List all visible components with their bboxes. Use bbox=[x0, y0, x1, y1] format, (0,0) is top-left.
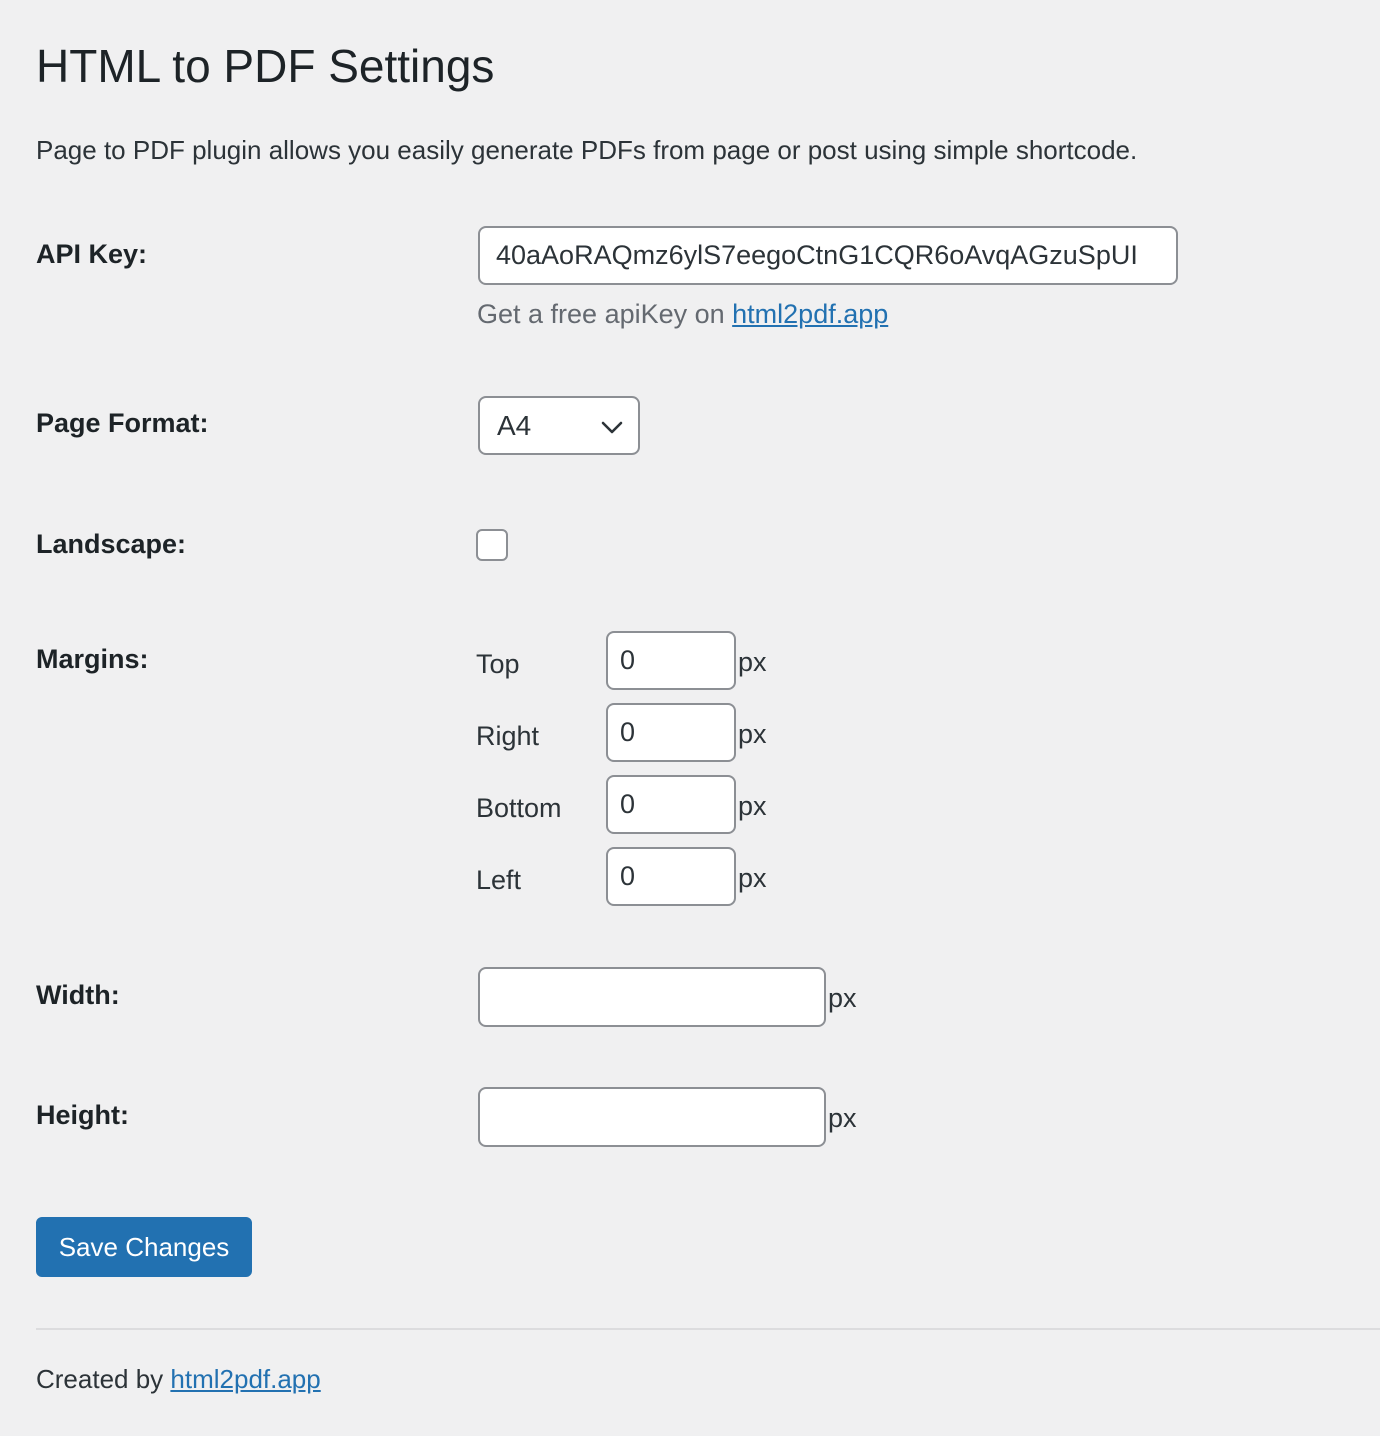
margin-right-input[interactable] bbox=[606, 703, 736, 762]
api-key-input[interactable] bbox=[478, 226, 1178, 285]
footer-prefix: Created by bbox=[36, 1364, 171, 1394]
landscape-checkbox[interactable] bbox=[476, 529, 508, 561]
landscape-label: Landscape: bbox=[36, 529, 187, 559]
api-key-help-text: Get a free apiKey on bbox=[477, 299, 733, 329]
width-unit: px bbox=[828, 983, 857, 1013]
width-input[interactable] bbox=[478, 967, 826, 1027]
margin-top-input[interactable] bbox=[606, 631, 736, 690]
settings-page: HTML to PDF Settings Page to PDF plugin … bbox=[0, 0, 1380, 1436]
save-changes-button[interactable]: Save Changes bbox=[36, 1217, 252, 1277]
height-unit: px bbox=[828, 1103, 857, 1133]
margins-label: Margins: bbox=[36, 644, 149, 674]
height-input[interactable] bbox=[478, 1087, 826, 1147]
page-format-select[interactable]: A4 bbox=[478, 396, 640, 455]
page-description: Page to PDF plugin allows you easily gen… bbox=[36, 135, 1138, 165]
page-title: HTML to PDF Settings bbox=[36, 40, 495, 92]
margin-bottom-input[interactable] bbox=[606, 775, 736, 834]
page-format-label: Page Format: bbox=[36, 408, 209, 438]
margin-right-unit: px bbox=[738, 719, 767, 749]
page-format-selected-value: A4 bbox=[497, 410, 532, 441]
margin-left-unit: px bbox=[738, 863, 767, 893]
height-label: Height: bbox=[36, 1100, 129, 1130]
footer-html2pdf-link[interactable]: html2pdf.app bbox=[170, 1364, 320, 1394]
footer-divider bbox=[36, 1328, 1380, 1330]
margin-left-input[interactable] bbox=[606, 847, 736, 906]
margin-right-label: Right bbox=[476, 721, 540, 751]
footer-credit: Created by html2pdf.app bbox=[36, 1362, 321, 1396]
chevron-down-icon bbox=[601, 421, 623, 434]
margin-top-label: Top bbox=[476, 649, 520, 679]
margin-bottom-unit: px bbox=[738, 791, 767, 821]
margin-left-label: Left bbox=[476, 865, 522, 895]
margin-top-unit: px bbox=[738, 647, 767, 677]
width-label: Width: bbox=[36, 980, 120, 1010]
html2pdf-link[interactable]: html2pdf.app bbox=[732, 299, 888, 329]
api-key-label: API Key: bbox=[36, 239, 148, 269]
margin-bottom-label: Bottom bbox=[476, 793, 562, 823]
api-key-help: Get a free apiKey on html2pdf.app bbox=[477, 297, 888, 331]
